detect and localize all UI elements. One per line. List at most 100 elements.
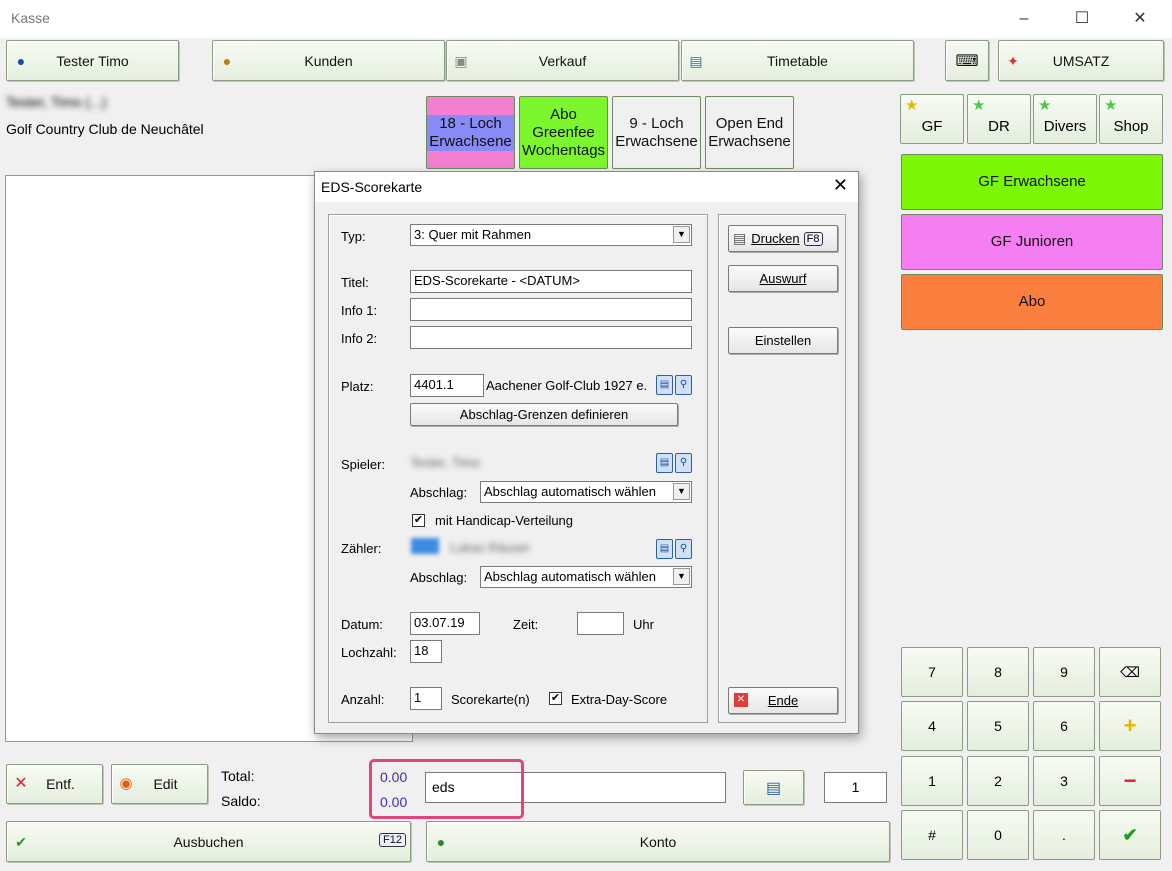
info1-input[interactable] [410,298,692,321]
keyboard-button[interactable]: ⌨ [945,40,989,81]
star-icon: ★ [972,97,986,114]
auswurf-button[interactable]: Auswurf [728,265,838,292]
numpad-7[interactable]: 7 [901,647,963,697]
product-tile-label: 9 - Loch Erwachsene [615,114,698,150]
numpad-4[interactable]: 4 [901,701,963,751]
decimal-key[interactable]: . [1033,810,1095,860]
product-tile-1[interactable]: Abo Greenfee Wochentags [519,96,608,169]
zaehler-avatar [411,538,439,554]
timetable-button[interactable]: ▤ Timetable [681,40,914,81]
abschlag2-label: Abschlag: [410,570,468,585]
search-icon[interactable]: ⚲ [675,453,692,473]
print-button[interactable]: ▤ [743,770,804,805]
backspace-key[interactable]: ⌫ [1099,647,1161,697]
delete-x-icon: ✕ [14,775,28,792]
extraday-checkbox[interactable]: ✔ [549,692,562,705]
lochzahl-input[interactable]: 18 [410,640,442,663]
sales-icon: ▣ [454,52,468,69]
tile-label: Abo [1018,293,1046,310]
print-scorecard-button[interactable]: ▤ Drucken F8 [728,225,838,252]
product-tile-2[interactable]: 9 - Loch Erwachsene [612,96,701,169]
tile-gf-erwachsene[interactable]: GF Erwachsene [901,154,1163,210]
sales-button[interactable]: ▣ Verkauf [446,40,679,81]
numpad-3[interactable]: 3 [1033,756,1095,806]
tile-gf-junioren[interactable]: GF Junioren [901,214,1163,270]
list-icon[interactable]: ▤ [656,539,673,559]
checkmark-icon: ✔ [1122,824,1138,845]
timetable-label: Timetable [767,52,828,69]
category-gf[interactable]: ★ GF [900,94,964,144]
search-icon[interactable]: ⚲ [675,375,692,395]
numpad-5[interactable]: 5 [967,701,1029,751]
abschlag-select[interactable]: Abschlag automatisch wählen ▼ [480,481,692,503]
sales-label: Verkauf [538,52,587,69]
hash-key[interactable]: # [901,810,963,860]
numpad-6[interactable]: 6 [1033,701,1095,751]
minimize-button[interactable]: – [1004,6,1044,32]
ende-button[interactable]: ✕ Ende [728,687,838,714]
maximize-button[interactable]: ☐ [1062,6,1102,32]
revenue-button[interactable]: ✦ UMSATZ [998,40,1164,81]
numpad-2[interactable]: 2 [967,756,1029,806]
saldo-label: Saldo: [221,793,261,809]
extraday-label: Extra-Day-Score [571,692,668,707]
close-button[interactable]: ✕ [1120,6,1160,32]
account-button[interactable]: ● Konto [426,821,890,862]
delete-button[interactable]: ✕ Entf. [6,764,103,804]
product-tile-3[interactable]: Open End Erwachsene [705,96,794,169]
keyboard-icon: ⌨ [955,52,979,70]
product-tile-0[interactable]: 18 - Loch Erwachsene [426,96,515,169]
customers-button[interactable]: ● Kunden [212,40,445,81]
typ-select[interactable]: 3: Quer mit Rahmen ▼ [410,224,692,246]
tile-abo[interactable]: Abo [901,274,1163,330]
edit-button[interactable]: ◉ Edit [111,764,208,804]
titel-input[interactable]: EDS-Scorekarte - <DATUM> [410,270,692,293]
ende-label: Ende [767,693,799,708]
abschlag-label: Abschlag: [410,485,468,500]
category-label: GF [921,118,943,135]
timetable-icon: ▤ [689,52,703,69]
window-title: Kasse [11,10,50,26]
numpad-8[interactable]: 8 [967,647,1029,697]
key-label: 5 [994,718,1002,734]
datum-input[interactable]: 03.07.19 [410,612,480,635]
platz-name: Aachener Golf-Club 1927 e. [486,378,648,393]
category-shop[interactable]: ★ Shop [1099,94,1163,144]
minus-key[interactable]: − [1099,756,1161,806]
quantity-input[interactable]: 1 [824,772,887,803]
key-label: 6 [1060,718,1068,734]
list-icon[interactable]: ▤ [656,375,673,395]
print-label: Drucken [751,231,800,246]
typ-value: 3: Quer mit Rahmen [414,227,532,242]
platz-input[interactable]: 4401.1 [410,374,484,397]
category-label: DR [988,118,1010,135]
edit-icon: ◉ [119,775,133,792]
handicap-checkbox[interactable]: ✔ [412,514,425,527]
confirm-key[interactable]: ✔ [1099,810,1161,860]
info2-input[interactable] [410,326,692,349]
numpad-0[interactable]: 0 [967,810,1029,860]
zeit-input[interactable] [577,612,624,635]
customer-name: Tester, Timo (...) [6,94,107,110]
user-button[interactable]: ● Tester Timo [6,40,179,81]
key-label: 4 [928,718,936,734]
numpad-9[interactable]: 9 [1033,647,1095,697]
key-label: 2 [994,773,1002,789]
key-label: 7 [928,664,936,680]
list-icon[interactable]: ▤ [656,453,673,473]
search-icon[interactable]: ⚲ [675,539,692,559]
revenue-label: UMSATZ [1052,52,1110,69]
anzahl-input[interactable]: 1 [410,687,442,710]
dialog-close-icon[interactable]: ✕ [833,175,848,196]
tee-limits-button[interactable]: Abschlag-Grenzen definieren [410,403,678,426]
einstellen-button[interactable]: Einstellen [728,327,838,354]
category-divers[interactable]: ★ Divers [1033,94,1097,144]
book-button[interactable]: ✔ Ausbuchen F12 [6,821,411,862]
category-dr[interactable]: ★ DR [967,94,1031,144]
plus-key[interactable]: + [1099,701,1161,751]
f12-key-badge: F12 [379,833,406,847]
delete-label: Entf. [46,776,75,792]
platz-label: Platz: [341,379,374,394]
numpad-1[interactable]: 1 [901,756,963,806]
abschlag2-select[interactable]: Abschlag automatisch wählen ▼ [480,566,692,588]
